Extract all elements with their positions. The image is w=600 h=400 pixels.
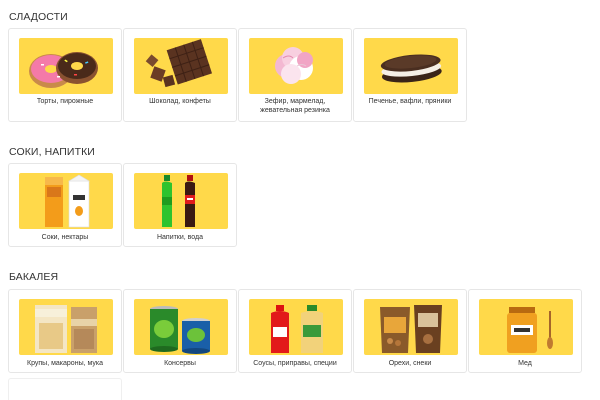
category-card-cookies[interactable]: Печенье, вафли, пряники xyxy=(353,28,467,122)
category-row-grocery: Крупы, макароны, мука Консервы Соусы, пр… xyxy=(8,289,582,373)
juice-box-icon xyxy=(19,173,113,229)
category-label: Орехи, снеки xyxy=(388,360,432,367)
category-label: Зефир, мармелад, жевательная резинка xyxy=(260,98,330,114)
category-card-canned[interactable]: Консервы xyxy=(123,289,237,373)
category-card-cereals[interactable]: Крупы, макароны, мука xyxy=(8,289,122,373)
pasta-pack-icon xyxy=(19,299,113,355)
category-label: Соки, нектары xyxy=(41,234,89,241)
category-label: Мед xyxy=(518,360,532,367)
category-card-honey[interactable]: Мед xyxy=(468,289,582,373)
section-title-grocery: БАКАЛЕЯ xyxy=(9,271,59,283)
category-card-juices[interactable]: Соки, нектары xyxy=(8,163,122,247)
category-label: Крупы, макароны, мука xyxy=(27,360,103,367)
category-label: Торты, пирожные xyxy=(36,98,94,105)
honey-jar-icon xyxy=(479,299,573,355)
category-row-drinks: Соки, нектары Напитки, вода xyxy=(8,163,237,247)
category-card-beverages[interactable]: Напитки, вода xyxy=(123,163,237,247)
sauce-bottle-icon xyxy=(249,299,343,355)
category-label: Шоколад, конфеты xyxy=(149,98,211,105)
section-title-drinks: СОКИ, НАПИТКИ xyxy=(9,146,95,158)
category-label: Консервы xyxy=(164,360,196,367)
category-row-sweets: Торты, пирожные Шоколад, конфеты Зефир, … xyxy=(8,28,467,122)
category-card-partial[interactable] xyxy=(8,378,122,400)
category-card-chocolate[interactable]: Шоколад, конфеты xyxy=(123,28,237,122)
canned-food-icon xyxy=(134,299,228,355)
cookie-icon xyxy=(364,38,458,94)
category-card-sauces[interactable]: Соусы, приправы, специи xyxy=(238,289,352,373)
marshmallow-icon xyxy=(249,38,343,94)
category-label: Печенье, вафли, пряники xyxy=(368,98,452,105)
section-title-sweets: СЛАДОСТИ xyxy=(9,11,68,23)
category-card-nuts[interactable]: Орехи, снеки xyxy=(353,289,467,373)
snack-bag-icon xyxy=(364,299,458,355)
donut-icon xyxy=(19,38,113,94)
category-label: Соусы, приправы, специи xyxy=(253,360,337,367)
soda-bottle-icon xyxy=(134,173,228,229)
category-card-cakes[interactable]: Торты, пирожные xyxy=(8,28,122,122)
chocolate-icon xyxy=(134,38,228,94)
category-card-marshmallow[interactable]: Зефир, мармелад, жевательная резинка xyxy=(238,28,352,122)
category-label: Напитки, вода xyxy=(156,234,204,241)
